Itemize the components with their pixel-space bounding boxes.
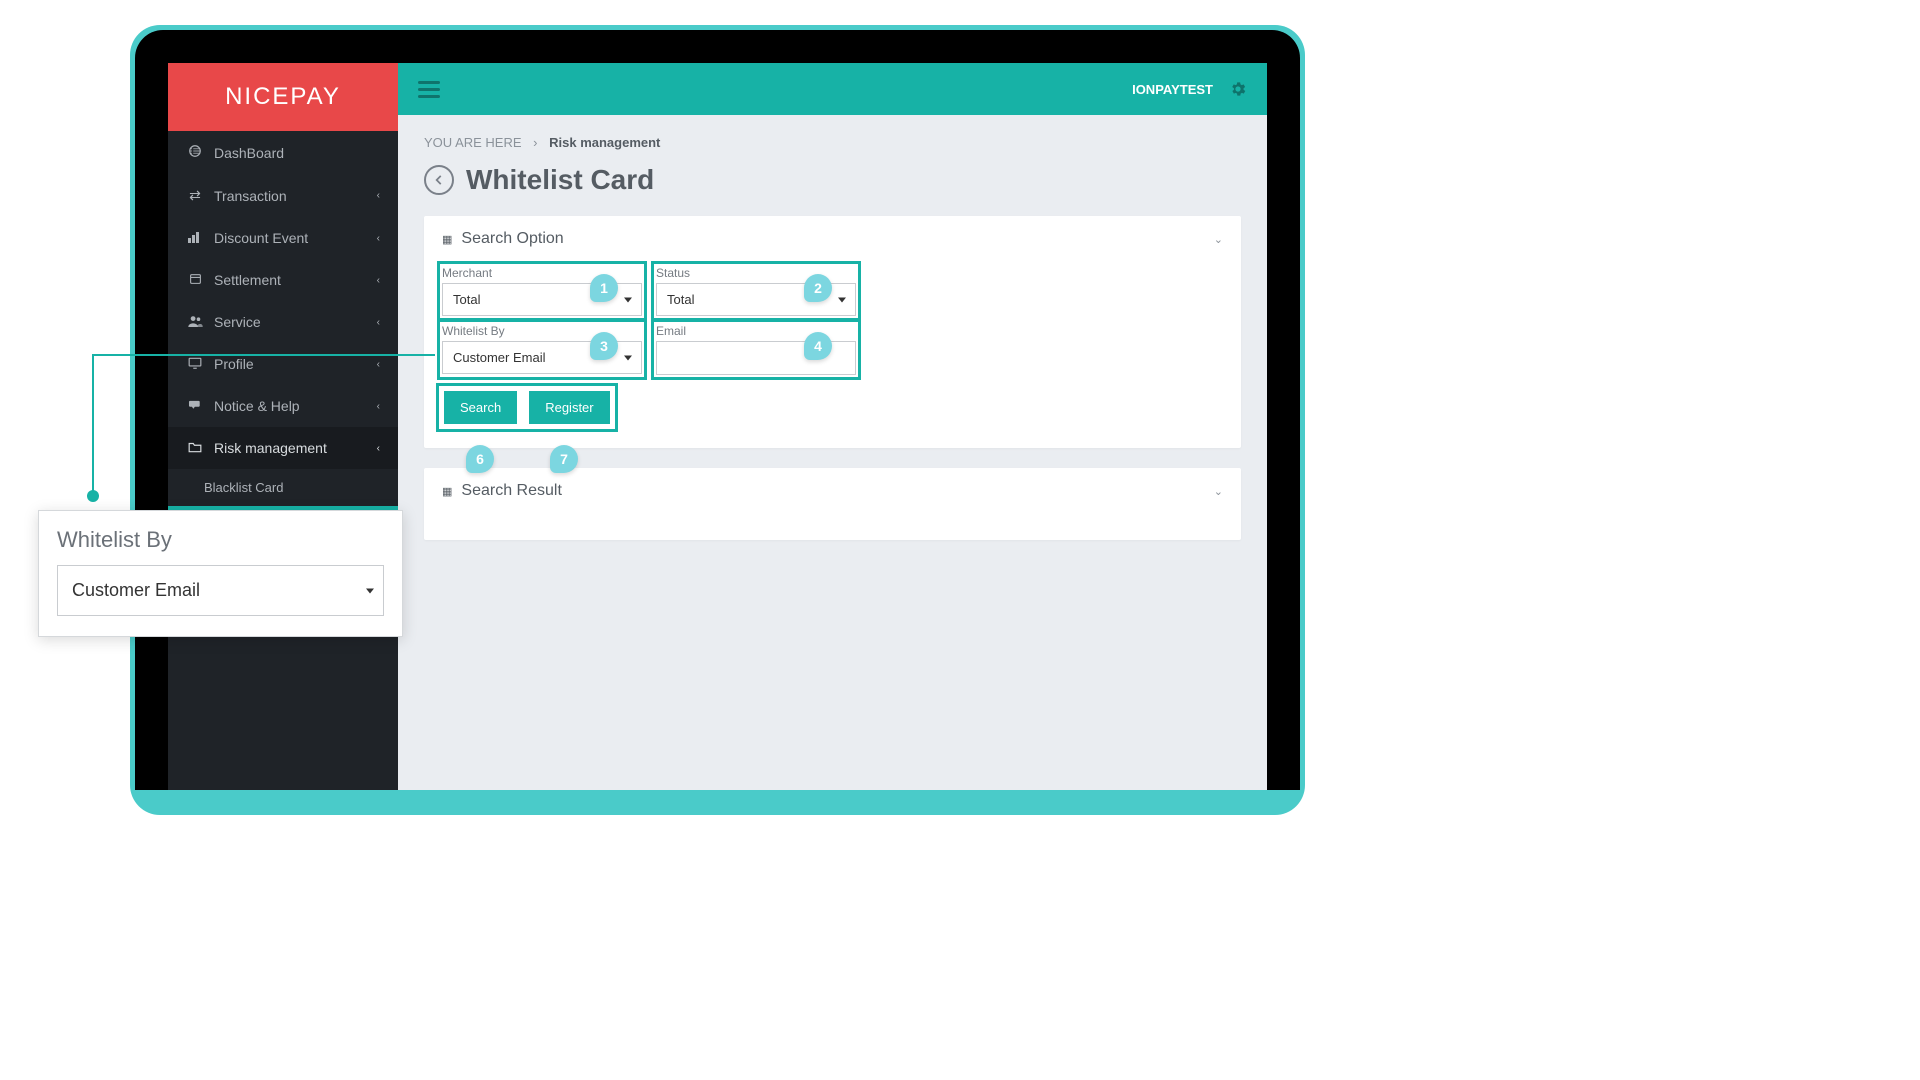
callout-connector-v [92, 354, 94, 497]
email-group: Email 4 [656, 324, 856, 375]
sidebar-item-label: Notice & Help [214, 398, 300, 414]
breadcrumb-root: YOU ARE HERE [424, 135, 522, 150]
display-icon [186, 356, 204, 372]
chevron-left-icon: ‹ [377, 233, 380, 244]
search-button[interactable]: Search [444, 391, 517, 424]
sidebar-item-label: Risk management [214, 440, 327, 456]
dashboard-icon [186, 144, 204, 161]
badge-1: 1 [590, 274, 618, 302]
sidebar-item-label: Settlement [214, 272, 281, 288]
sidebar: NICEPAY DashBoard ⇄ Transaction ‹ [168, 63, 398, 790]
callout-connector-h [93, 354, 435, 356]
sidebar-item-label: Service [214, 314, 261, 330]
grid-icon: ▦ [442, 233, 451, 246]
main-area: IONPAYTEST YOU ARE HERE › Risk managemen… [398, 63, 1267, 790]
breadcrumb-sep-icon: › [533, 135, 537, 150]
sidebar-item-label: Profile [214, 356, 254, 372]
whitelist-by-group: Whitelist By Customer Email 3 [442, 324, 642, 375]
sidebar-item-label: Discount Event [214, 230, 308, 246]
sidebar-item-settlement[interactable]: Settlement ‹ [168, 259, 398, 301]
panel-body: Merchant Total 1 Status [424, 262, 1241, 448]
badge-2: 2 [804, 274, 832, 302]
panel-body [424, 514, 1241, 540]
grid-icon: ▦ [442, 485, 451, 498]
chevron-left-icon: ‹ [377, 443, 380, 454]
topbar: IONPAYTEST [398, 63, 1267, 115]
breadcrumb: YOU ARE HERE › Risk management [424, 135, 1241, 150]
sidebar-item-dashboard[interactable]: DashBoard [168, 131, 398, 174]
folder-icon [186, 440, 204, 456]
brand-logo: NICEPAY [168, 63, 398, 131]
badge-7: 7 [550, 445, 578, 473]
chart-icon [186, 230, 204, 246]
callout-label: Whitelist By [57, 527, 384, 553]
user-label: IONPAYTEST [1132, 82, 1213, 97]
app-screen: NICEPAY DashBoard ⇄ Transaction ‹ [168, 63, 1267, 790]
panel-search-result: ▦ Search Result ⌄ [424, 468, 1241, 540]
gear-icon[interactable] [1229, 80, 1247, 98]
badge-3: 3 [590, 332, 618, 360]
panel-search-option: ▦ Search Option ⌄ Merchant Total [424, 216, 1241, 448]
chevron-down-icon[interactable]: ⌄ [1214, 485, 1223, 498]
chevron-left-icon: ‹ [377, 275, 380, 286]
button-row: Search Register [442, 389, 612, 426]
sidebar-item-notice[interactable]: Notice & Help ‹ [168, 385, 398, 427]
callout-value: Customer Email [57, 565, 384, 616]
sidebar-item-label: Transaction [214, 188, 287, 204]
sidebar-item-transaction[interactable]: ⇄ Transaction ‹ [168, 174, 398, 217]
panel-title: Search Result [461, 482, 562, 500]
callout-select[interactable]: Customer Email [57, 565, 384, 616]
sidebar-item-risk[interactable]: Risk management ‹ [168, 427, 398, 469]
content-area: YOU ARE HERE › Risk management Whitelist… [398, 115, 1267, 580]
back-button[interactable] [424, 165, 454, 195]
panel-header[interactable]: ▦ Search Result ⌄ [424, 468, 1241, 514]
calendar-icon [186, 272, 204, 288]
badge-6: 6 [466, 445, 494, 473]
chevron-left-icon: ‹ [377, 401, 380, 412]
chevron-left-icon: ‹ [377, 317, 380, 328]
chevron-left-icon: ‹ [377, 190, 380, 201]
chevron-down-icon[interactable]: ⌄ [1214, 233, 1223, 246]
callout-connector-dot [87, 490, 99, 502]
merchant-group: Merchant Total 1 [442, 266, 642, 316]
sidebar-sub-blacklist[interactable]: Blacklist Card [168, 469, 398, 506]
status-group: Status Total 2 [656, 266, 856, 316]
badge-4: 4 [804, 332, 832, 360]
register-button[interactable]: Register [529, 391, 609, 424]
hamburger-icon[interactable] [418, 81, 440, 98]
sidebar-item-label: DashBoard [214, 145, 284, 161]
device-bezel: NICEPAY DashBoard ⇄ Transaction ‹ [135, 30, 1300, 790]
page-title: Whitelist Card [466, 164, 654, 196]
callout-box: Whitelist By Customer Email [38, 510, 403, 637]
sidebar-item-profile[interactable]: Profile ‹ [168, 343, 398, 385]
swap-icon: ⇄ [186, 187, 204, 204]
comment-icon [186, 398, 204, 414]
users-icon [186, 314, 204, 330]
page-title-row: Whitelist Card [424, 164, 1241, 196]
panel-header[interactable]: ▦ Search Option ⌄ [424, 216, 1241, 262]
panel-title: Search Option [461, 230, 563, 248]
device-frame: NICEPAY DashBoard ⇄ Transaction ‹ [130, 25, 1305, 815]
breadcrumb-current: Risk management [549, 135, 660, 150]
chevron-left-icon: ‹ [377, 359, 380, 370]
sidebar-item-discount[interactable]: Discount Event ‹ [168, 217, 398, 259]
sidebar-item-service[interactable]: Service ‹ [168, 301, 398, 343]
